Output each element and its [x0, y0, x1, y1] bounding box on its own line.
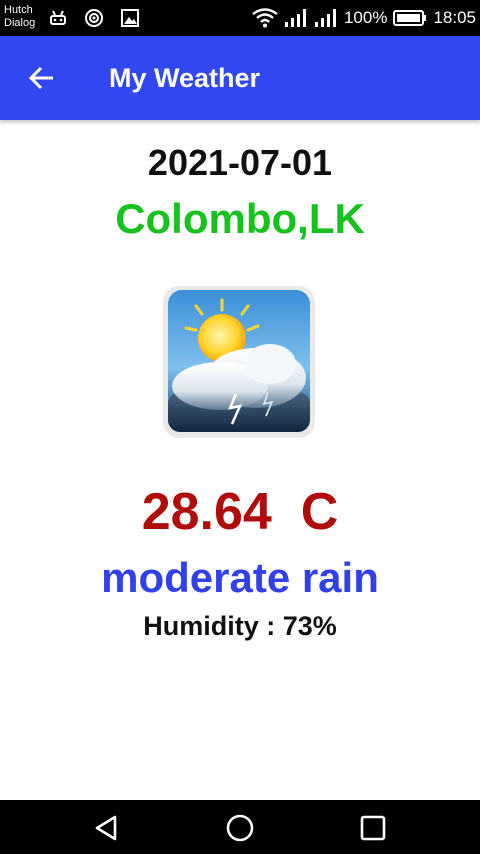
hotspot-icon: [85, 9, 103, 27]
city-name: Colombo,LK: [115, 195, 365, 242]
signal-icon: [314, 9, 336, 27]
recents-square-icon[interactable]: [357, 812, 389, 844]
home-circle-icon[interactable]: [224, 812, 256, 844]
image-icon: [121, 9, 139, 27]
app-title: My Weather: [109, 63, 261, 93]
back-button[interactable]: [26, 62, 58, 94]
status-bar: Hutch Dialog 100% 18:05: [0, 0, 480, 36]
status-right-group: 100% 18:05: [252, 0, 476, 36]
humidity: Humidity : 73%: [0, 611, 480, 642]
app-bar: My Weather: [0, 36, 480, 120]
nav-bar: [0, 800, 480, 854]
back-triangle-icon[interactable]: [91, 812, 123, 844]
sun-cloud-thunderstorm-icon: [163, 286, 315, 438]
humidity-label: Humidity :: [143, 611, 283, 641]
android-debug-icon: [50, 10, 66, 25]
wifi-icon: [252, 8, 278, 28]
arrow-left-icon: [28, 66, 53, 90]
signal-icon: [284, 9, 306, 27]
humidity-value: 73%: [282, 611, 337, 641]
battery-percent: 100%: [343, 8, 388, 27]
carrier-line-2: Dialog: [4, 17, 36, 29]
battery-icon: [393, 10, 427, 26]
weather-description: moderate rain: [101, 554, 379, 601]
carrier-line-1: Hutch: [4, 4, 33, 16]
clock: 18:05: [433, 8, 476, 27]
screen: Hutch Dialog 100% 18:05 My Weather 2021-…: [0, 0, 480, 854]
forecast-date: 2021-07-01: [147, 142, 333, 183]
carrier-label: Hutch Dialog: [4, 4, 35, 30]
temperature: 28.64 C: [141, 483, 339, 541]
